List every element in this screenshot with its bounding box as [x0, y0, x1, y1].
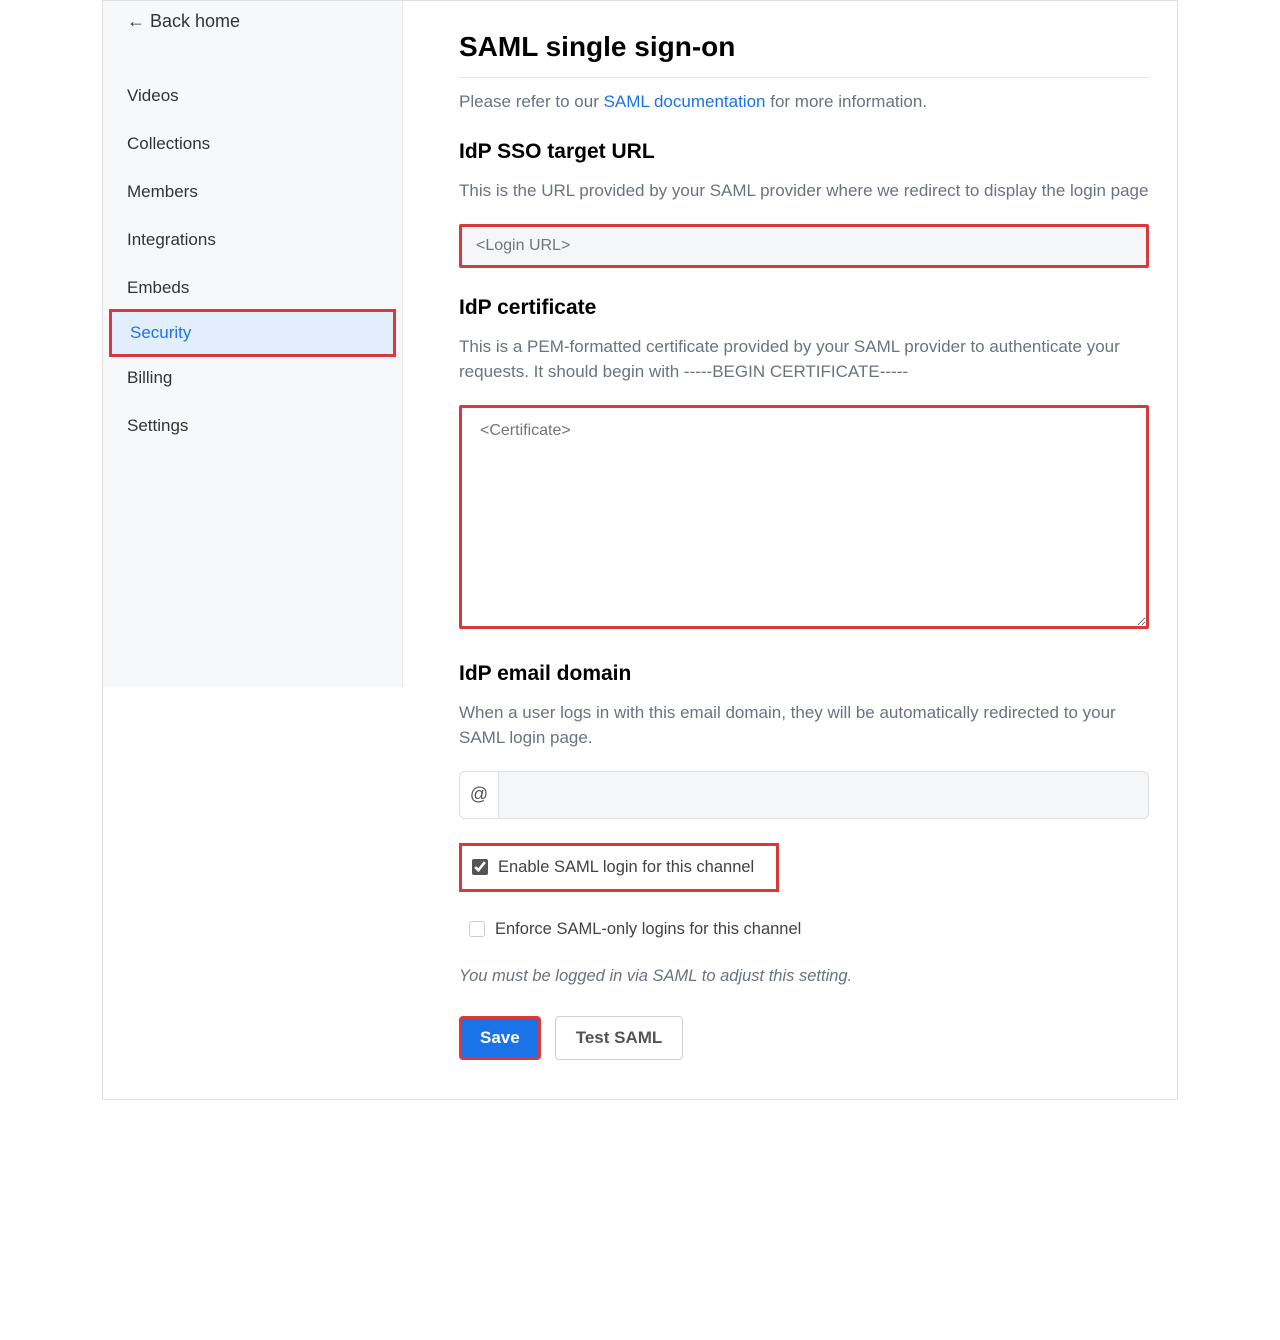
enforce-note: You must be logged in via SAML to adjust… [459, 967, 1149, 986]
intro-prefix: Please refer to our [459, 92, 604, 111]
sidebar-item-videos[interactable]: Videos [103, 72, 402, 120]
idp-cert-heading: IdP certificate [459, 296, 1149, 320]
idp-url-input[interactable] [459, 224, 1149, 268]
idp-url-heading: IdP SSO target URL [459, 140, 1149, 164]
save-button[interactable]: Save [459, 1016, 541, 1060]
enforce-saml-checkbox[interactable] [469, 921, 485, 937]
page-title: SAML single sign-on [459, 31, 1149, 63]
sidebar-item-integrations[interactable]: Integrations [103, 216, 402, 264]
idp-email-heading: IdP email domain [459, 662, 1149, 686]
sidebar-item-billing[interactable]: Billing [103, 354, 402, 402]
app-container: ← Back home Videos Collections Members I… [102, 0, 1178, 1100]
enforce-saml-label: Enforce SAML-only logins for this channe… [495, 920, 801, 939]
idp-url-desc: This is the URL provided by your SAML pr… [459, 178, 1149, 204]
enable-saml-checkbox[interactable] [472, 859, 488, 875]
sidebar: ← Back home Videos Collections Members I… [103, 1, 403, 687]
idp-cert-textarea[interactable] [459, 405, 1149, 629]
enforce-saml-row: Enforce SAML-only logins for this channe… [459, 908, 1149, 951]
at-symbol-prefix: @ [459, 771, 499, 819]
sidebar-item-embeds[interactable]: Embeds [103, 264, 402, 312]
sidebar-items: Videos Collections Members Integrations … [103, 72, 402, 450]
main-content: SAML single sign-on Please refer to our … [403, 1, 1177, 1099]
email-domain-input[interactable] [499, 771, 1149, 819]
test-saml-button[interactable]: Test SAML [555, 1016, 684, 1060]
email-domain-group: @ [459, 771, 1149, 819]
sidebar-item-settings[interactable]: Settings [103, 402, 402, 450]
enable-saml-label: Enable SAML login for this channel [498, 858, 754, 877]
idp-cert-desc: This is a PEM-formatted certificate prov… [459, 334, 1149, 385]
sidebar-item-security[interactable]: Security [109, 309, 396, 357]
enable-saml-row: Enable SAML login for this channel [459, 843, 779, 892]
intro-suffix: for more information. [766, 92, 928, 111]
intro-text: Please refer to our SAML documentation f… [459, 92, 1149, 112]
saml-doc-link[interactable]: SAML documentation [604, 92, 766, 111]
title-divider [459, 77, 1149, 78]
sidebar-item-collections[interactable]: Collections [103, 120, 402, 168]
sidebar-item-members[interactable]: Members [103, 168, 402, 216]
back-home-link[interactable]: ← Back home [103, 1, 402, 42]
button-row: Save Test SAML [459, 1016, 1149, 1060]
idp-email-desc: When a user logs in with this email doma… [459, 700, 1149, 751]
